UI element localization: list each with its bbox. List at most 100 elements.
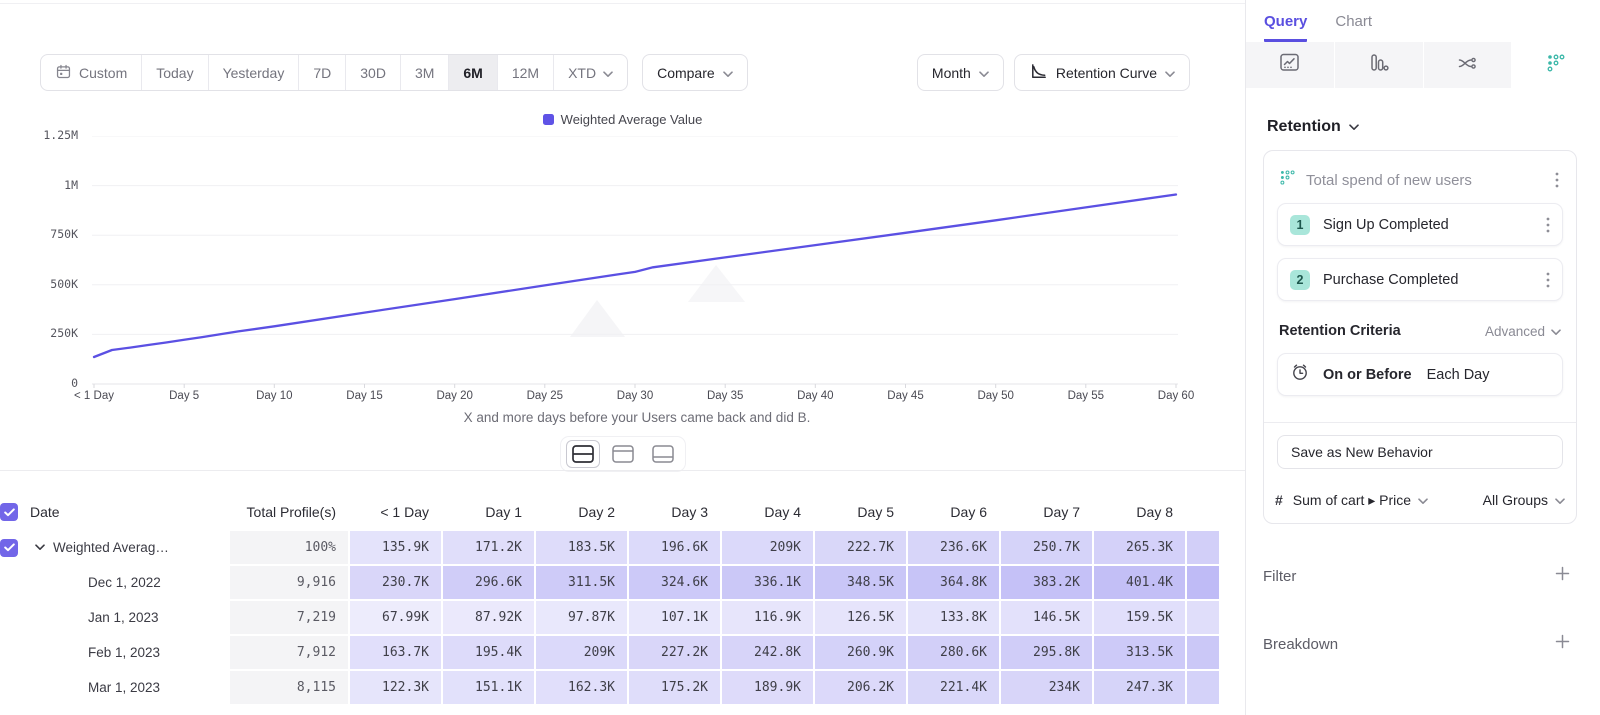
report-type-tabs: [1246, 42, 1600, 88]
range-custom[interactable]: Custom: [41, 55, 142, 90]
layout-split-view-button[interactable]: [566, 440, 600, 468]
chevron-down-icon: [979, 65, 989, 81]
header-day-cell: Day 5: [815, 504, 908, 520]
report-type-flows[interactable]: [1423, 42, 1512, 88]
criteria-window: Each Day: [1427, 367, 1490, 383]
behavior-kebab-menu[interactable]: [1553, 170, 1561, 190]
retention-value-cell: 230.7K: [350, 565, 443, 600]
event-step-card[interactable]: 2Purchase Completed: [1277, 258, 1563, 301]
retention-section-header[interactable]: Retention: [1267, 118, 1600, 136]
x-tick-label: Day 20: [410, 390, 500, 402]
range-3m[interactable]: 3M: [401, 55, 449, 90]
retention-value-cell: 107.1K: [629, 600, 722, 635]
range-30d[interactable]: 30D: [346, 55, 401, 90]
y-tick-label: 500K: [20, 277, 78, 291]
retention-value-cell: 183.5K: [536, 530, 629, 565]
step-kebab-menu[interactable]: [1544, 215, 1552, 235]
table-header: DateTotal Profile(s)< 1 DayDay 1Day 2Day…: [0, 494, 1245, 530]
table-body: Weighted Average ...100%135.9K171.2K183.…: [0, 530, 1245, 705]
save-as-new-behavior-button[interactable]: Save as New Behavior: [1277, 435, 1563, 469]
retention-value-cell: 171.2K: [443, 530, 536, 565]
chevron-down-icon: [1418, 492, 1428, 508]
measure-row: # Sum of cart ▸ Price All Groups: [1275, 477, 1565, 523]
step-number-badge: 2: [1290, 270, 1310, 290]
row-label: Feb 1, 2023: [88, 645, 160, 660]
retention-value-cell: 348.5K: [815, 565, 908, 600]
retention-value-cell: 116.9K: [722, 600, 815, 635]
report-type-insights[interactable]: [1246, 42, 1334, 88]
retention-value-cell: 196.6K: [629, 530, 722, 565]
x-tick-label: Day 35: [680, 390, 770, 402]
header-day-cell: Day 6: [908, 504, 1001, 520]
granularity-button[interactable]: Month: [917, 54, 1004, 91]
retention-value-cell: 163.7K: [350, 635, 443, 670]
add-breakdown-button[interactable]: [1555, 634, 1570, 654]
retention-value-cell: 364.8K: [908, 565, 1001, 600]
retention-value-cell: 206.2K: [815, 670, 908, 705]
range-yesterday[interactable]: Yesterday: [209, 55, 300, 90]
layout-chart-view-button[interactable]: [606, 440, 640, 468]
x-tick-label: Day 10: [229, 390, 319, 402]
retention-icon: [1546, 53, 1566, 78]
tab-chart[interactable]: Chart: [1335, 13, 1372, 42]
header-day-cell: < 1 Day: [350, 504, 443, 520]
criteria-card[interactable]: On or Before Each Day: [1277, 353, 1563, 396]
calendar-icon: [55, 63, 72, 83]
range-today[interactable]: Today: [142, 55, 208, 90]
event-step-card[interactable]: 1Sign Up Completed: [1277, 203, 1563, 246]
x-tick-label: Day 15: [320, 390, 410, 402]
legend-swatch: [543, 114, 554, 125]
expand-chevron-icon[interactable]: [35, 544, 45, 551]
retention-curve-icon: [1029, 62, 1048, 84]
group-dropdown[interactable]: All Groups: [1483, 492, 1565, 508]
range-6m[interactable]: 6M: [449, 55, 497, 90]
layout-toggle-group: [0, 436, 1245, 472]
retention-value-cell: 236.6K: [908, 530, 1001, 565]
step-kebab-menu[interactable]: [1544, 270, 1552, 290]
table-row[interactable]: Weighted Average ...100%135.9K171.2K183.…: [0, 530, 1245, 565]
retention-value-cell: 227.2K: [629, 635, 722, 670]
report-type-retention[interactable]: [1511, 42, 1600, 88]
row-label: Mar 1, 2023: [88, 680, 160, 695]
row-label: Dec 1, 2022: [88, 575, 161, 590]
total-profiles-cell: 8,115: [230, 670, 350, 705]
compare-button[interactable]: Compare: [642, 54, 748, 91]
retention-value-cell: 133.8K: [908, 600, 1001, 635]
range-7d[interactable]: 7D: [299, 55, 346, 90]
retention-criteria-title: Retention Criteria: [1279, 323, 1485, 339]
y-tick-label: 250K: [20, 326, 78, 340]
table-row[interactable]: Mar 1, 20238,115122.3K151.1K162.3K175.2K…: [0, 670, 1245, 705]
toolbar: CustomTodayYesterday7D30D3M6M12MXTD Comp…: [40, 54, 1190, 91]
advanced-dropdown[interactable]: Advanced: [1485, 324, 1561, 339]
tab-query[interactable]: Query: [1264, 13, 1307, 42]
step-event-name: Sign Up Completed: [1323, 217, 1531, 233]
range-xtd[interactable]: XTD: [554, 55, 627, 90]
behavior-dots-icon: [1279, 169, 1296, 191]
x-tick-label: Day 25: [500, 390, 590, 402]
insights-icon: [1279, 52, 1300, 78]
report-type-funnels[interactable]: [1334, 42, 1423, 88]
layout-table-view-button[interactable]: [646, 440, 680, 468]
chart-type-button[interactable]: Retention Curve: [1014, 54, 1190, 91]
table-row[interactable]: Dec 1, 20229,916230.7K296.6K311.5K324.6K…: [0, 565, 1245, 600]
retention-value-cell: 135.9K: [350, 530, 443, 565]
retention-value-cell: 242.8K: [722, 635, 815, 670]
retention-value-cell: 189.9K: [722, 670, 815, 705]
y-tick-label: 1.25M: [20, 128, 78, 142]
main-pane: CustomTodayYesterday7D30D3M6M12MXTD Comp…: [0, 0, 1245, 715]
layout-toggle-wrap: [560, 436, 686, 472]
header-total-cell: Total Profile(s): [230, 504, 350, 520]
measure-property-dropdown[interactable]: Sum of cart ▸ Price: [1293, 492, 1473, 509]
header-date-cell: Date: [0, 503, 230, 521]
retention-value-cell: 336.1K: [722, 565, 815, 600]
add-filter-button[interactable]: [1555, 566, 1570, 586]
retention-value-cell: 265.3K: [1094, 530, 1187, 565]
row-label-cell: Mar 1, 2023: [0, 670, 230, 705]
x-tick-label: Day 45: [861, 390, 951, 402]
range-12m[interactable]: 12M: [498, 55, 554, 90]
table-row[interactable]: Jan 1, 20237,21967.99K87.92K97.87K107.1K…: [0, 600, 1245, 635]
table-row[interactable]: Feb 1, 20237,912163.7K195.4K209K227.2K24…: [0, 635, 1245, 670]
row-label-cell: Jan 1, 2023: [0, 600, 230, 635]
row-checkbox[interactable]: [0, 539, 18, 557]
row-checkbox[interactable]: [0, 503, 18, 521]
